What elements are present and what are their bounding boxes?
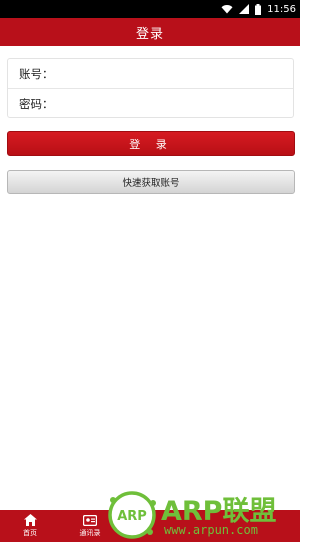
nav-item-label: 通讯录	[79, 528, 101, 537]
account-input[interactable]	[53, 59, 293, 88]
contacts-icon	[83, 514, 97, 526]
account-row: 账号：	[8, 59, 293, 88]
quick-account-button[interactable]: 快速获取账号	[7, 170, 295, 194]
nav-item-label: 首页	[23, 529, 37, 537]
signal-icon	[239, 4, 250, 14]
password-row: 密码：	[8, 88, 293, 118]
account-label: 账号：	[19, 66, 54, 81]
login-form: 账号： 密码：	[7, 58, 294, 118]
title-bar: 登录	[0, 18, 300, 46]
nav-item-home[interactable]: 首页	[0, 510, 60, 542]
arp-logo-text: ARP	[117, 509, 147, 524]
home-icon	[23, 514, 37, 526]
watermark: ARP ARP联盟 www.arpun.com	[104, 488, 300, 542]
login-button-label: 登 录	[129, 137, 173, 151]
status-bar: 11:56	[0, 0, 300, 18]
arp-logo-icon: ARP	[108, 491, 156, 539]
wifi-icon	[221, 5, 233, 14]
page-title: 登录	[135, 26, 164, 42]
battery-icon	[255, 3, 262, 15]
watermark-url: www.arpun.com	[164, 523, 258, 537]
status-time: 11:56	[267, 3, 296, 15]
password-label: 密码：	[19, 96, 54, 111]
password-input[interactable]	[53, 89, 293, 118]
quick-account-button-label: 快速获取账号	[122, 178, 180, 189]
login-button[interactable]: 登 录	[7, 131, 295, 156]
